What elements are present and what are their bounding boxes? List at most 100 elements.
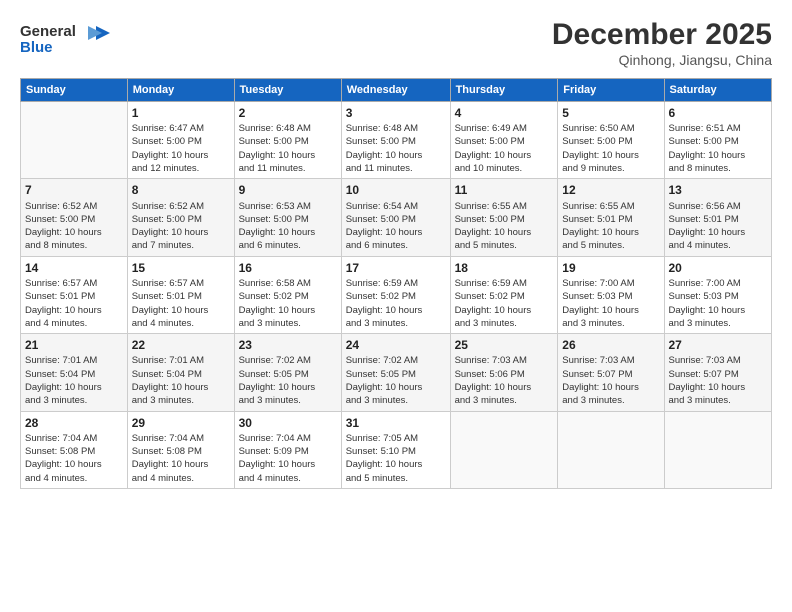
page: General Blue December 2025 Qinhong, Jian… xyxy=(0,0,792,612)
header-wednesday: Wednesday xyxy=(341,79,450,102)
day-number: 22 xyxy=(132,337,230,353)
day-info: Sunrise: 7:03 AM Sunset: 5:06 PM Dayligh… xyxy=(455,354,554,407)
day-number: 10 xyxy=(346,182,446,198)
header-saturday: Saturday xyxy=(664,79,772,102)
table-row: 26Sunrise: 7:03 AM Sunset: 5:07 PM Dayli… xyxy=(558,334,664,411)
day-info: Sunrise: 7:04 AM Sunset: 5:08 PM Dayligh… xyxy=(132,432,230,485)
day-number: 1 xyxy=(132,105,230,121)
day-info: Sunrise: 6:48 AM Sunset: 5:00 PM Dayligh… xyxy=(346,122,446,175)
day-number: 30 xyxy=(239,415,337,431)
day-number: 7 xyxy=(25,182,123,198)
table-row: 20Sunrise: 7:00 AM Sunset: 5:03 PM Dayli… xyxy=(664,256,772,333)
day-number: 26 xyxy=(562,337,659,353)
table-row: 27Sunrise: 7:03 AM Sunset: 5:07 PM Dayli… xyxy=(664,334,772,411)
table-row: 12 Sunrise: 6:55 AM Sunset: 5:01 PM Dayli… xyxy=(558,179,664,256)
header-friday: Friday xyxy=(558,79,664,102)
header-monday: Monday xyxy=(127,79,234,102)
calendar-table: Sunday Monday Tuesday Wednesday Thursday… xyxy=(20,78,772,489)
day-info: Sunrise: 6:56 AM Sunset: 5:01 PM Dayligh… xyxy=(669,200,768,253)
table-row: 29Sunrise: 7:04 AM Sunset: 5:08 PM Dayli… xyxy=(127,411,234,488)
table-row: 10 Sunrise: 6:54 AM Sunset: 5:00 PM Dayli… xyxy=(341,179,450,256)
day-number: 9 xyxy=(239,182,337,198)
day-number: 31 xyxy=(346,415,446,431)
table-row: 9 Sunrise: 6:53 AM Sunset: 5:00 PM Daylig… xyxy=(234,179,341,256)
day-info: Sunrise: 6:55 AM Sunset: 5:00 PM Dayligh… xyxy=(455,200,554,253)
table-row: 1Sunrise: 6:47 AM Sunset: 5:00 PM Daylig… xyxy=(127,102,234,179)
calendar-week-row: 28Sunrise: 7:04 AM Sunset: 5:08 PM Dayli… xyxy=(21,411,772,488)
day-number: 15 xyxy=(132,260,230,276)
day-number: 4 xyxy=(455,105,554,121)
day-number: 16 xyxy=(239,260,337,276)
day-number: 18 xyxy=(455,260,554,276)
day-info: Sunrise: 6:59 AM Sunset: 5:02 PM Dayligh… xyxy=(455,277,554,330)
day-number: 12 xyxy=(562,182,659,198)
day-number: 28 xyxy=(25,415,123,431)
day-info: Sunrise: 6:57 AM Sunset: 5:01 PM Dayligh… xyxy=(132,277,230,330)
day-info: Sunrise: 7:04 AM Sunset: 5:08 PM Dayligh… xyxy=(25,432,123,485)
day-info: Sunrise: 6:57 AM Sunset: 5:01 PM Dayligh… xyxy=(25,277,123,330)
header-thursday: Thursday xyxy=(450,79,558,102)
day-number: 6 xyxy=(669,105,768,121)
table-row: 7 Sunrise: 6:52 AM Sunset: 5:00 PM Daylig… xyxy=(21,179,128,256)
table-row: 8Sunrise: 6:52 AM Sunset: 5:00 PM Daylig… xyxy=(127,179,234,256)
day-number: 20 xyxy=(669,260,768,276)
table-row: 6Sunrise: 6:51 AM Sunset: 5:00 PM Daylig… xyxy=(664,102,772,179)
day-info: Sunrise: 6:55 AM Sunset: 5:01 PM Dayligh… xyxy=(562,200,659,253)
day-info: Sunrise: 6:48 AM Sunset: 5:00 PM Dayligh… xyxy=(239,122,337,175)
table-row xyxy=(664,411,772,488)
day-info: Sunrise: 6:54 AM Sunset: 5:00 PM Dayligh… xyxy=(346,200,446,253)
table-row xyxy=(21,102,128,179)
day-info: Sunrise: 6:53 AM Sunset: 5:00 PM Dayligh… xyxy=(239,200,337,253)
day-info: Sunrise: 6:51 AM Sunset: 5:00 PM Dayligh… xyxy=(669,122,768,175)
table-row: 31Sunrise: 7:05 AM Sunset: 5:10 PM Dayli… xyxy=(341,411,450,488)
day-number: 8 xyxy=(132,182,230,198)
day-info: Sunrise: 6:47 AM Sunset: 5:00 PM Dayligh… xyxy=(132,122,230,175)
day-number: 25 xyxy=(455,337,554,353)
day-info: Sunrise: 7:05 AM Sunset: 5:10 PM Dayligh… xyxy=(346,432,446,485)
day-info: Sunrise: 7:02 AM Sunset: 5:05 PM Dayligh… xyxy=(346,354,446,407)
table-row: 16Sunrise: 6:58 AM Sunset: 5:02 PM Dayli… xyxy=(234,256,341,333)
table-row: 19Sunrise: 7:00 AM Sunset: 5:03 PM Dayli… xyxy=(558,256,664,333)
calendar-header-row: Sunday Monday Tuesday Wednesday Thursday… xyxy=(21,79,772,102)
header: General Blue December 2025 Qinhong, Jian… xyxy=(20,18,772,68)
day-number: 27 xyxy=(669,337,768,353)
table-row: 4Sunrise: 6:49 AM Sunset: 5:00 PM Daylig… xyxy=(450,102,558,179)
table-row: 23Sunrise: 7:02 AM Sunset: 5:05 PM Dayli… xyxy=(234,334,341,411)
day-info: Sunrise: 6:58 AM Sunset: 5:02 PM Dayligh… xyxy=(239,277,337,330)
day-info: Sunrise: 7:00 AM Sunset: 5:03 PM Dayligh… xyxy=(562,277,659,330)
table-row: 13Sunrise: 6:56 AM Sunset: 5:01 PM Dayli… xyxy=(664,179,772,256)
table-row xyxy=(558,411,664,488)
day-info: Sunrise: 7:01 AM Sunset: 5:04 PM Dayligh… xyxy=(132,354,230,407)
table-row: 18Sunrise: 6:59 AM Sunset: 5:02 PM Dayli… xyxy=(450,256,558,333)
day-number: 3 xyxy=(346,105,446,121)
day-info: Sunrise: 6:49 AM Sunset: 5:00 PM Dayligh… xyxy=(455,122,554,175)
table-row: 14Sunrise: 6:57 AM Sunset: 5:01 PM Dayli… xyxy=(21,256,128,333)
table-row: 28Sunrise: 7:04 AM Sunset: 5:08 PM Dayli… xyxy=(21,411,128,488)
day-info: Sunrise: 6:52 AM Sunset: 5:00 PM Dayligh… xyxy=(25,200,123,253)
calendar-week-row: 14Sunrise: 6:57 AM Sunset: 5:01 PM Dayli… xyxy=(21,256,772,333)
header-tuesday: Tuesday xyxy=(234,79,341,102)
day-info: Sunrise: 7:00 AM Sunset: 5:03 PM Dayligh… xyxy=(669,277,768,330)
day-number: 21 xyxy=(25,337,123,353)
day-number: 23 xyxy=(239,337,337,353)
title-block: December 2025 Qinhong, Jiangsu, China xyxy=(552,18,772,68)
table-row: 11 Sunrise: 6:55 AM Sunset: 5:00 PM Dayli… xyxy=(450,179,558,256)
table-row: 25Sunrise: 7:03 AM Sunset: 5:06 PM Dayli… xyxy=(450,334,558,411)
month-title: December 2025 xyxy=(552,18,772,52)
day-number: 2 xyxy=(239,105,337,121)
table-row: 30Sunrise: 7:04 AM Sunset: 5:09 PM Dayli… xyxy=(234,411,341,488)
header-sunday: Sunday xyxy=(21,79,128,102)
logo: General Blue xyxy=(20,18,110,65)
day-number: 5 xyxy=(562,105,659,121)
day-info: Sunrise: 6:59 AM Sunset: 5:02 PM Dayligh… xyxy=(346,277,446,330)
day-number: 29 xyxy=(132,415,230,431)
day-number: 11 xyxy=(455,182,554,198)
logo-text: General Blue xyxy=(20,18,110,65)
calendar-week-row: 1Sunrise: 6:47 AM Sunset: 5:00 PM Daylig… xyxy=(21,102,772,179)
calendar-week-row: 7 Sunrise: 6:52 AM Sunset: 5:00 PM Daylig… xyxy=(21,179,772,256)
svg-text:General: General xyxy=(20,23,76,40)
table-row: 24Sunrise: 7:02 AM Sunset: 5:05 PM Dayli… xyxy=(341,334,450,411)
svg-text:Blue: Blue xyxy=(20,39,53,56)
table-row xyxy=(450,411,558,488)
table-row: 22Sunrise: 7:01 AM Sunset: 5:04 PM Dayli… xyxy=(127,334,234,411)
